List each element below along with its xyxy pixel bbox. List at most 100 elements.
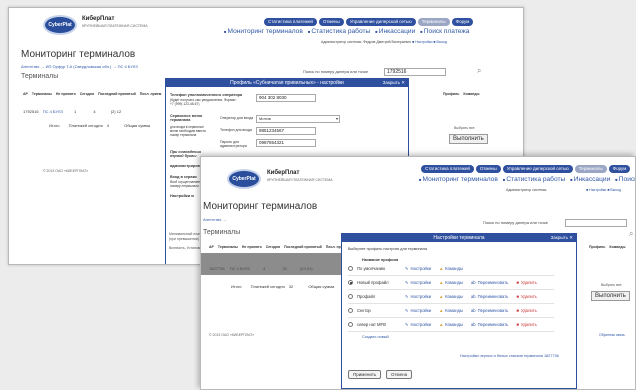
logout-link[interactable]: ■ Выход [433,40,447,44]
login-phone-input[interactable]: 9851234567 [256,127,316,135]
search-icon[interactable]: ⌕ [477,66,481,76]
col-commands: Команды [609,245,626,249]
profile-radio[interactable] [348,294,353,299]
apply-button[interactable]: Применить [348,370,382,379]
nav-terminal-monitoring[interactable]: Мониторинг терминалов [224,28,303,35]
commands-action[interactable]: ▲ Команды [439,308,463,313]
profile-row[interactable]: Сектор ✎ Настройки ▲ Команды ab Переименова… [348,304,554,318]
operator-phone-input[interactable]: 904 302 8030 [256,94,316,102]
table-header: АР Терминалы Не принято Сегодня Последни… [209,245,351,249]
dialog-titlebar: Профиль «Субничатая привильных» - настро… [166,79,408,87]
admin-line: Администратор системы: ■ Настройки ■ Вых… [506,188,621,192]
commands-action[interactable]: ▲ Команды [439,280,463,285]
delete-action[interactable]: ■ Удалить [516,280,537,285]
select-all-label[interactable]: Выбрать все [454,126,475,130]
top-btn-forum[interactable]: Форум [608,165,631,173]
create-new-link[interactable]: Создать новый [362,335,389,339]
cancel-button[interactable]: Отмена [386,370,413,379]
nav-payment-search[interactable]: Поиск платежа [420,28,470,35]
admin-password-label: Пароль для администратора [220,140,247,148]
profile-radio[interactable] [348,322,353,327]
top-btn-cancellations[interactable]: Отмены [475,165,501,173]
execute-button[interactable]: Выполнить [591,291,630,301]
top-btn-cancellations[interactable]: Отмены [318,18,344,26]
profile-radio[interactable] [348,308,353,313]
service-menu-note: для входа в сервисное меню необходим вве… [170,125,206,137]
operator-select[interactable]: Мотив [256,115,340,123]
profile-row[interactable]: По умолчанию ✎ Настройки ▲ Команды [348,262,554,276]
col-profile: Профиль [589,245,606,249]
top-btn-terminals[interactable]: Терминалы [574,165,607,173]
settings-action[interactable]: ✎ Настройки [405,280,431,285]
table-row[interactable]: 1792516 ПС 4 БУЛЗ 1 4 (2) 12 [23,109,121,114]
rename-action[interactable]: ab Переименовать [471,294,508,299]
right-columns: Профиль Команды [443,92,483,96]
settings-m-label: Настройки м [170,194,194,198]
top-btn-payment-stats[interactable]: Статистика платежей [264,18,317,26]
commands-action[interactable]: ▲ Команды [439,266,463,271]
col-last: Последний принятый [284,245,322,249]
profile-row[interactable]: Профайл ✎ Настройки ▲ Команды ab Переименов… [348,290,554,304]
rename-action[interactable]: ab Переименовать [471,322,508,327]
blacklist-settings-link[interactable]: Настройки черных и белых списков термина… [460,354,559,358]
top-btn-payment-stats[interactable]: Статистика платежей [421,165,474,173]
top-btn-dealer-network[interactable]: Управление дилерской сетью [345,18,416,26]
close-button[interactable]: Закрыть ✕ [551,234,573,242]
nav-terminal-monitoring[interactable]: Мониторинг терминалов [419,176,498,183]
rename-action[interactable]: ab Переименовать [471,280,508,285]
delete-action[interactable]: ■ Удалить [516,322,537,327]
row-name[interactable]: ПС 4 БУЛЗ [43,109,63,114]
settings-action[interactable]: ✎ Настройки [405,294,431,299]
rename-action[interactable]: ab Переименовать [471,308,508,313]
delete-action[interactable]: ■ Удалить [516,294,537,299]
profile-radio[interactable] [348,266,353,271]
delete-action[interactable]: ■ Удалить [516,308,537,313]
totals-payments-label: Платежей сегодня [250,284,285,289]
profile-row[interactable]: север нат MFB ✎ Настройки ▲ Команды ab Пере… [348,318,554,332]
search-icon[interactable]: ⌕ [629,229,633,239]
terminal-settings-dialog: Настройки терминала Закрыть ✕ Выберите п… [341,233,577,389]
profile-radio[interactable] [348,280,353,285]
nav-collections[interactable]: Инкассации [375,28,415,35]
nav-work-stats[interactable]: Статистика работы [503,176,565,183]
settings-link[interactable]: ■ Настройки [412,40,432,44]
min-payment-note: (при превышении) [169,237,199,241]
breadcrumb[interactable]: Агентство → [203,217,227,222]
search-input[interactable] [565,219,627,227]
profile-row[interactable]: Новый профайл ✎ Настройки ▲ Команды ab Пере… [348,276,554,290]
settings-link[interactable]: ■ Настройки [586,188,606,192]
col-not-accepted: Не принято [241,245,262,249]
logout-link[interactable]: ■ Выход [607,188,621,192]
search-input[interactable]: 1792516 [384,68,446,76]
top-btn-terminals[interactable]: Терминалы [417,18,450,26]
top-btn-dealer-network[interactable]: Управление дилерской сетью [502,165,573,173]
select-all-label[interactable]: Выбрать все [601,283,622,287]
close-button[interactable]: Закрыть ✕ [383,79,405,87]
row-id: 1792516 [23,109,39,114]
totals-value: 32 [288,284,294,289]
nav-collections[interactable]: Инкассации [570,176,610,183]
admin-password-input[interactable]: 0987654321 [256,139,316,147]
section-title: Терминалы [21,73,59,80]
cyberplat-logo[interactable]: CyberPlat [43,15,77,35]
row-today: 4 [93,109,96,114]
footer-copyright: © 2013 ОАО «КИБЕРПЛАТ» [209,333,255,337]
col-ar: АР [209,245,214,249]
feedback-link[interactable]: Обратная связь [599,333,625,337]
settings-action[interactable]: ✎ Настройки [405,322,431,327]
breadcrumb[interactable]: Агентство → ИП Орфур Т.А (Свердловская о… [21,64,138,69]
settings-action[interactable]: ✎ Настройки [405,266,431,271]
nav-work-stats[interactable]: Статистика работы [308,28,370,35]
modal-backdrop [201,253,341,275]
nav-payment-search[interactable]: Поиск платежа [615,176,635,183]
commands-action[interactable]: ▲ Команды [439,294,463,299]
col-today: Сегодня [79,92,95,96]
cyberplat-logo[interactable]: CyberPlat [227,169,261,189]
commands-icon: ▲ [439,322,444,327]
profile-name: Профайл [357,294,376,299]
settings-action[interactable]: ✎ Настройки [405,308,431,313]
commands-action[interactable]: ▲ Команды [439,322,463,327]
col-not-accepted: Не принято [55,92,76,96]
execute-button[interactable]: Выполнить [449,134,488,144]
top-btn-forum[interactable]: Форум [451,18,474,26]
